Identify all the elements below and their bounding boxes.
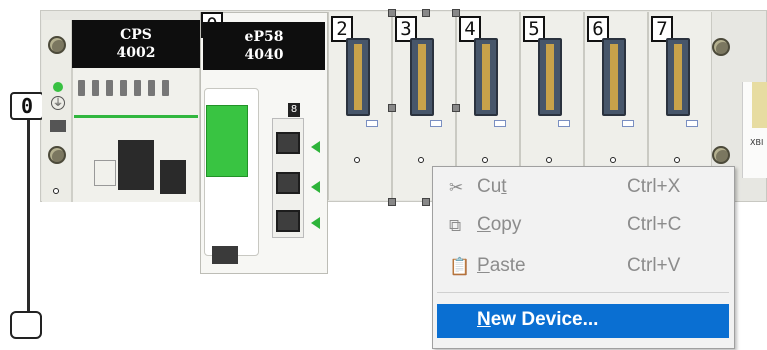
slot-connector-icon (474, 38, 498, 116)
link-arrow-icon (311, 217, 320, 229)
copy-icon: ⧉ (449, 216, 462, 235)
mount-hole-icon (674, 157, 680, 163)
status-led-icon (53, 82, 63, 92)
selection-handle[interactable] (388, 104, 396, 112)
slot-indicator-icon (686, 120, 698, 127)
power-pins (78, 80, 170, 96)
terminal-outline-icon (94, 160, 116, 186)
menu-item-new-device[interactable]: New Device... (437, 304, 729, 338)
slot-indicator-icon (622, 120, 634, 127)
selection-handle[interactable] (452, 9, 460, 17)
power-supply-label: CPS 4002 (72, 20, 200, 68)
slot-connector-icon (538, 38, 562, 116)
mount-hole-icon (482, 157, 488, 163)
mount-hole-icon (546, 157, 552, 163)
paste-icon: 📋 (449, 257, 471, 276)
selection-handle[interactable] (422, 198, 430, 206)
slot-connector-icon (346, 38, 370, 116)
menu-item-paste-shortcut: Ctrl+V (627, 255, 681, 276)
mount-hole-icon (418, 157, 424, 163)
extension-connector (752, 82, 767, 128)
power-supply-line1: CPS (120, 27, 152, 43)
bus-line (27, 112, 30, 317)
menu-item-new-device-label: New Device... (477, 309, 599, 330)
slot-indicator-icon (366, 120, 378, 127)
screw-icon (48, 36, 66, 54)
cpu-label: eP58 4040 (203, 22, 325, 70)
extension-label: XBI (750, 138, 764, 147)
ethernet-port-icon[interactable] (276, 132, 300, 154)
screw-icon (712, 146, 730, 164)
cpu-logo-icon (212, 246, 238, 264)
cpu-label-line1: eP58 (244, 29, 284, 45)
screw-icon (712, 38, 730, 56)
selection-handle[interactable] (388, 9, 396, 17)
menu-item-copy[interactable]: ⧉ Copy Ctrl+C (437, 208, 729, 242)
scissors-icon: ✂ (449, 178, 464, 197)
link-arrow-icon (311, 141, 320, 153)
slot-indicator-icon (430, 120, 442, 127)
slot-indicator-icon (494, 120, 506, 127)
mount-hole-icon (354, 157, 360, 163)
terminal-icon (50, 120, 66, 132)
ethernet-port-icon[interactable] (276, 210, 300, 232)
selection-handle[interactable] (452, 104, 460, 112)
slot-connector-icon (602, 38, 626, 116)
bus-end-connector[interactable] (10, 311, 42, 339)
screw-icon (48, 146, 66, 164)
selection-handle[interactable] (422, 9, 430, 17)
power-supply-line2: 4002 (116, 45, 156, 61)
link-arrow-icon (311, 181, 320, 193)
cpu-label-line2: 4040 (244, 47, 284, 63)
ground-icon: ⏚ (51, 96, 65, 110)
mount-hole-icon (53, 188, 59, 194)
mount-hole-icon (610, 157, 616, 163)
power-status-bar (74, 115, 198, 118)
port-tag: 8 (288, 103, 300, 117)
menu-item-cut[interactable]: ✂ Cut Ctrl+X (437, 170, 729, 204)
menu-item-cut-label: Cut (477, 176, 507, 197)
bus-number-box[interactable]: 0 (10, 92, 44, 120)
terminal-block-icon (160, 160, 186, 194)
selection-handle[interactable] (388, 198, 396, 206)
slot-connector-icon (410, 38, 434, 116)
slot-indicator-icon (558, 120, 570, 127)
cpu-display (206, 105, 248, 177)
menu-item-copy-shortcut: Ctrl+C (627, 214, 682, 235)
slot-connector-icon (666, 38, 690, 116)
menu-item-cut-shortcut: Ctrl+X (627, 176, 681, 197)
menu-item-paste[interactable]: 📋 Paste Ctrl+V (437, 249, 729, 283)
ethernet-port-icon[interactable] (276, 172, 300, 194)
terminal-block-icon (118, 140, 154, 190)
menu-item-paste-label: Paste (477, 255, 526, 276)
menu-item-copy-label: Copy (477, 214, 522, 235)
menu-separator (437, 292, 729, 293)
